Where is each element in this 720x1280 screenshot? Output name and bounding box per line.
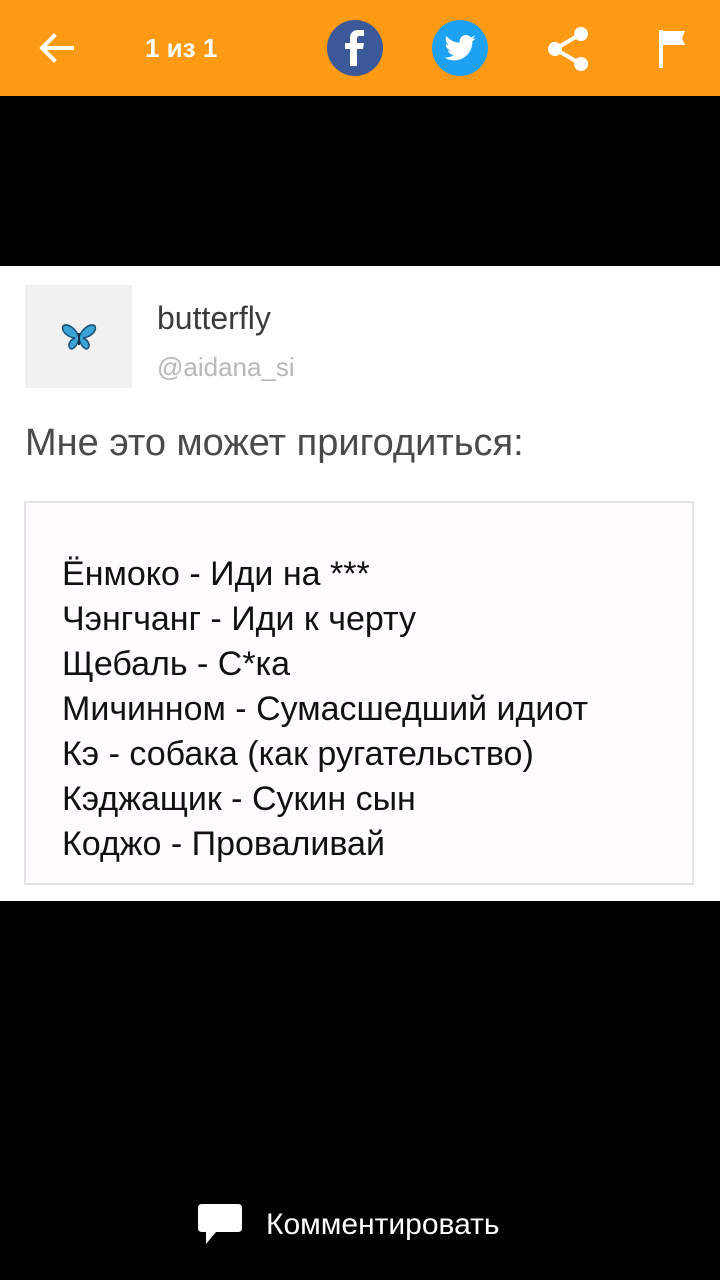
quote-line: Чэнгчанг - Иди к черту	[62, 600, 416, 638]
quote-line: Ёнмоко - Иди на ***	[62, 555, 370, 593]
report-button[interactable]	[650, 24, 694, 72]
tweet-text: Мне это может пригодиться:	[25, 422, 524, 464]
avatar	[25, 285, 132, 388]
twitter-share-button[interactable]	[432, 20, 488, 76]
quote-line: Мичинном - Сумасшедший идиот	[62, 690, 589, 728]
quote-line: Кэ - собака (как ругательство)	[62, 735, 534, 773]
share-button[interactable]	[541, 22, 595, 76]
twitter-icon	[444, 35, 476, 61]
quote-line: Кэджащик - Сукин сын	[62, 780, 416, 818]
quote-line: Коджо - Проваливай	[62, 825, 385, 863]
top-toolbar: 1 из 1	[0, 0, 720, 96]
quote-text: Ёнмоко - Иди на *** Чэнгчанг - Иди к чер…	[62, 552, 588, 867]
comment-label: Комментировать	[266, 1208, 500, 1241]
display-name: butterfly	[157, 300, 271, 336]
share-icon	[548, 27, 588, 71]
quote-line: Щебаль - С*ка	[62, 645, 291, 683]
butterfly-icon	[61, 323, 96, 350]
facebook-share-button[interactable]	[327, 20, 383, 76]
back-button[interactable]	[30, 24, 82, 72]
comment-button[interactable]: Комментировать	[196, 1200, 500, 1250]
speech-bubble-icon	[196, 1202, 244, 1248]
flag-icon	[659, 30, 685, 68]
facebook-icon	[345, 30, 364, 66]
page-counter: 1 из 1	[145, 33, 218, 63]
arrow-left-icon	[39, 33, 74, 63]
user-handle: @aidana_si	[157, 352, 295, 382]
